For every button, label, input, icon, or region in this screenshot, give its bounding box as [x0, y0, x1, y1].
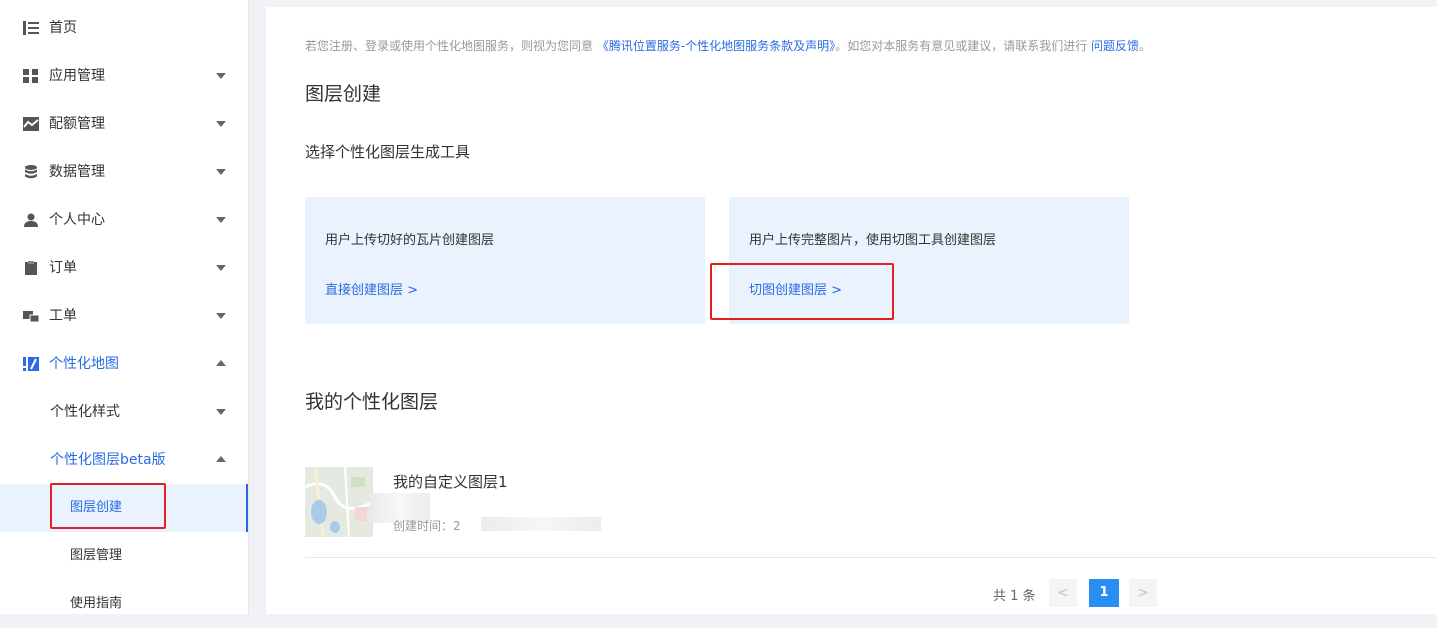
highlight-box: [50, 483, 166, 529]
card-description: 用户上传完整图片，使用切图工具创建图层: [749, 233, 997, 248]
next-page-button[interactable]: >: [1129, 579, 1157, 607]
sidebar-item-orders[interactable]: 订单: [0, 244, 248, 292]
prev-page-button[interactable]: <: [1049, 579, 1077, 607]
sidebar-item-label: 个人中心: [49, 212, 105, 228]
sidebar-item-label: 订单: [49, 260, 77, 276]
card-description: 用户上传切好的瓦片创建图层: [325, 233, 495, 248]
sidebar-item-label: 个性化地图: [49, 356, 119, 372]
layer-thumbnail: [305, 467, 373, 537]
database-icon: [25, 165, 37, 179]
custom-map-icon: [23, 357, 39, 371]
chevron-up-icon: [216, 456, 226, 462]
home-list-icon: [23, 21, 39, 35]
chevron-down-icon: [216, 265, 226, 271]
sidebar-item-custom-map[interactable]: 个性化地图: [0, 340, 248, 388]
ticket-icon: [23, 311, 39, 323]
layer-row[interactable]: 我的自定义图层1 创建时间：2: [305, 467, 1437, 558]
terms-notice: 若您注册、登录或使用个性化地图服务，则视为您同意 《腾讯位置服务-个性化地图服务…: [305, 37, 1151, 54]
highlight-box: [710, 263, 894, 320]
sidebar-item-label: 使用指南: [70, 596, 123, 611]
blurred-region: [481, 517, 601, 531]
map-thumbnail-image: [305, 467, 373, 537]
chevron-down-icon: [216, 217, 226, 223]
direct-create-link[interactable]: 直接创建图层 >: [325, 279, 418, 298]
sidebar-item-tickets[interactable]: 工单: [0, 292, 248, 340]
pagination: 共 1 条 < 1 >: [266, 579, 1437, 609]
sidebar-item-label: 工单: [49, 308, 77, 324]
feedback-link[interactable]: 问题反馈: [1091, 39, 1139, 53]
current-page-button[interactable]: 1: [1089, 579, 1119, 607]
grid-icon: [23, 69, 38, 83]
sidebar-item-layer-management[interactable]: 图层管理: [0, 532, 248, 580]
sidebar: 首页 应用管理 配额管理 数据管理 个人中心 订单 工单 个性化地图 个性化样式: [0, 0, 249, 614]
chevron-down-icon: [216, 313, 226, 319]
section-subtitle: 选择个性化图层生成工具: [305, 143, 471, 161]
sidebar-item-data-management[interactable]: 数据管理: [0, 148, 248, 196]
terms-link[interactable]: 《腾讯位置服务-个性化地图服务条款及声明》: [597, 39, 835, 53]
notice-text: 。: [1139, 39, 1152, 53]
clipboard-icon: [25, 261, 37, 275]
page-title: 图层创建: [305, 83, 382, 105]
chevron-up-icon: [216, 360, 226, 366]
sidebar-item-label: 配额管理: [49, 116, 105, 132]
sidebar-item-home[interactable]: 首页: [0, 4, 248, 52]
sidebar-item-label: 应用管理: [49, 68, 105, 84]
chevron-down-icon: [216, 121, 226, 127]
sidebar-item-label: 数据管理: [49, 164, 105, 180]
sidebar-item-quota-management[interactable]: 配额管理: [0, 100, 248, 148]
sidebar-item-label: 图层管理: [70, 548, 123, 563]
layer-created-time: 创建时间：2: [393, 519, 461, 533]
chevron-down-icon: [216, 169, 226, 175]
chart-icon: [23, 117, 39, 131]
pagination-total: 共 1 条: [993, 589, 1036, 604]
layer-name: 我的自定义图层1: [393, 473, 508, 491]
main-content: 若您注册、登录或使用个性化地图服务，则视为您同意 《腾讯位置服务-个性化地图服务…: [266, 7, 1437, 614]
sidebar-item-custom-layer-beta[interactable]: 个性化图层beta版: [0, 436, 248, 484]
my-layers-title: 我的个性化图层: [305, 391, 439, 413]
user-icon: [24, 213, 38, 227]
sidebar-item-label: 个性化样式: [50, 404, 120, 420]
direct-create-card: 用户上传切好的瓦片创建图层 直接创建图层 >: [305, 197, 705, 324]
chevron-down-icon: [216, 409, 226, 415]
sidebar-item-custom-style[interactable]: 个性化样式: [0, 388, 248, 436]
sidebar-item-label: 个性化图层beta版: [50, 452, 166, 468]
notice-text: 。如您对本服务有意见或建议，请联系我们进行: [835, 39, 1088, 53]
sidebar-item-app-management[interactable]: 应用管理: [0, 52, 248, 100]
sidebar-item-personal-center[interactable]: 个人中心: [0, 196, 248, 244]
sidebar-item-label: 首页: [49, 20, 77, 36]
notice-text: 若您注册、登录或使用个性化地图服务，则视为您同意: [305, 39, 594, 53]
sidebar-item-usage-guide[interactable]: 使用指南: [0, 580, 248, 628]
chevron-down-icon: [216, 73, 226, 79]
